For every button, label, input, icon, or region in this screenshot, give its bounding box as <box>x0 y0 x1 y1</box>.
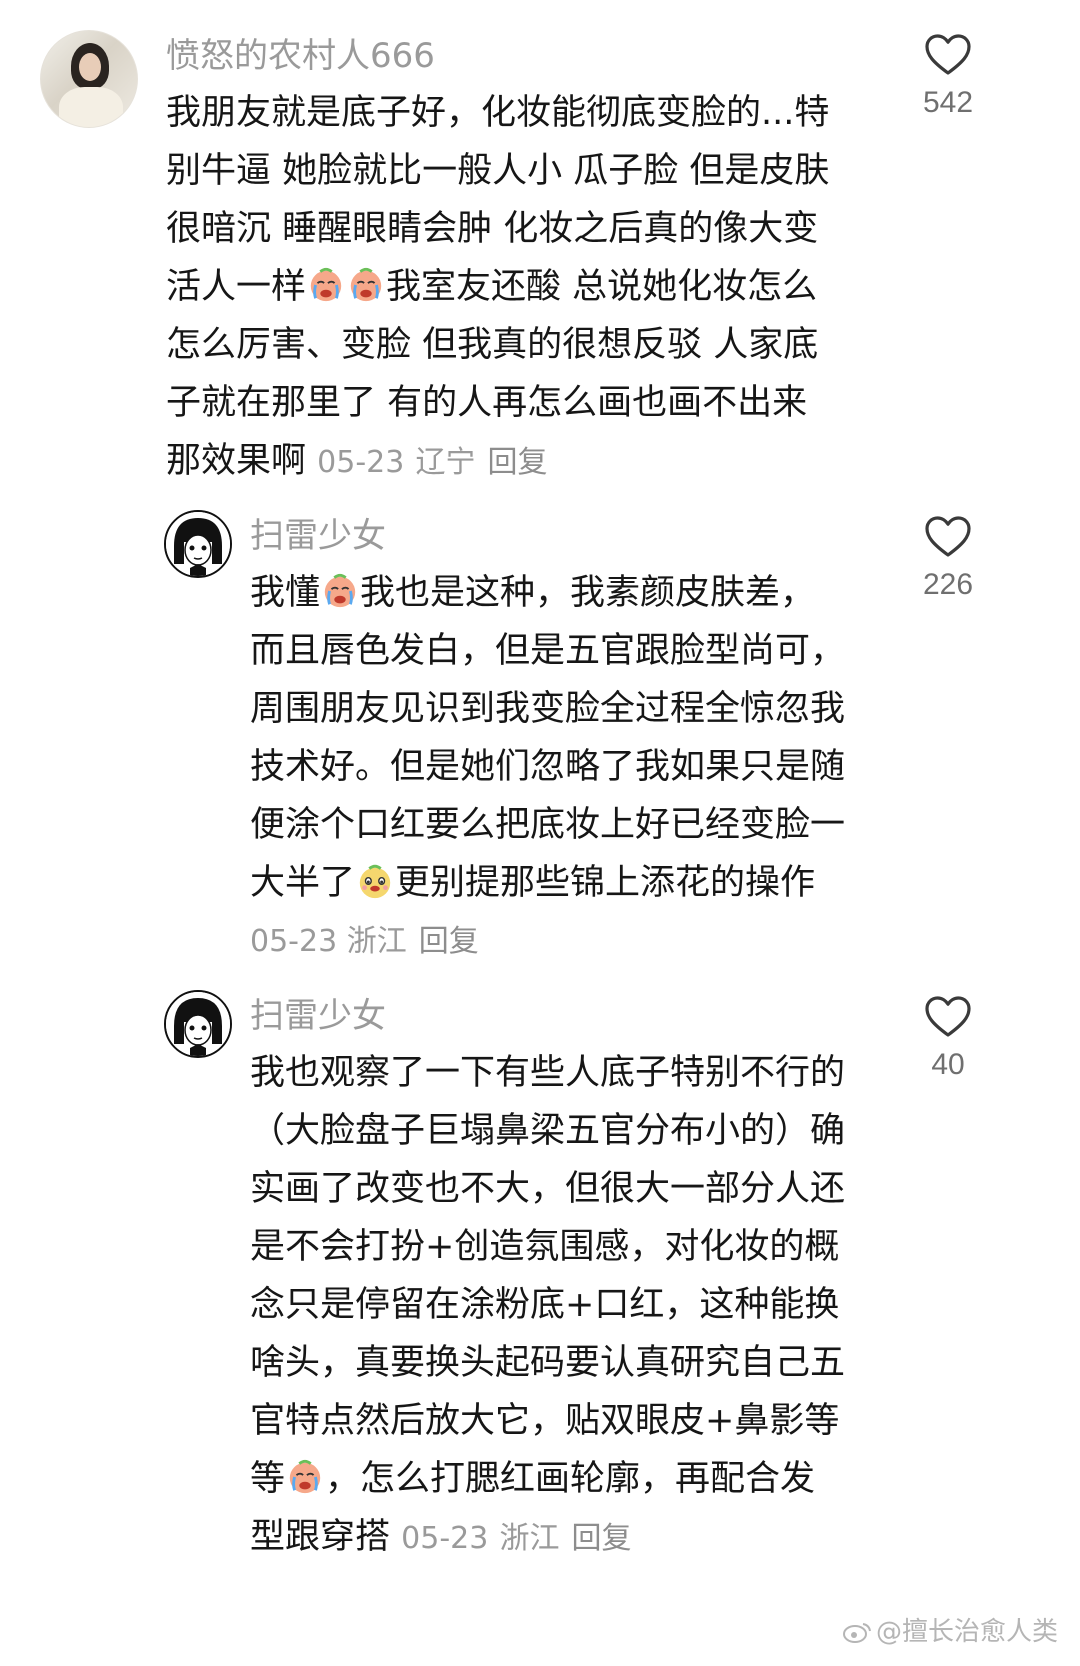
crying-emoji-icon <box>310 267 342 302</box>
comment-line: 我也观察了一下有些人底子特别不行的 <box>250 1053 846 1093</box>
avatar[interactable] <box>164 990 232 1058</box>
crying-emoji-icon <box>324 573 356 608</box>
comment-line: 实画了改变也不大，但很大一部分人还 <box>250 1169 846 1209</box>
comment-line: 别牛逼 她脸就比一般人小 瓜子脸 但是皮肤 <box>166 151 830 191</box>
heart-icon <box>925 996 971 1037</box>
comment-location: 辽宁 <box>415 445 476 480</box>
comment-line: 怎么厉害、变脸 但我真的很想反驳 人家底 <box>166 325 819 365</box>
reply-button[interactable]: 回复 <box>419 924 479 959</box>
comment-text-fragment: 型跟穿搭 <box>250 1517 391 1557</box>
comment-text: 我也观察了一下有些人底子特别不行的 （大脸盘子巨塌鼻梁五官分布小的）确 实画了改… <box>250 1044 890 1568</box>
comment-meta: 05-23 浙江 回复 <box>250 916 479 960</box>
comment-text-fragment: 我室友还酸 总说她化妆怎么 <box>386 267 818 307</box>
crying-emoji-icon <box>350 267 382 302</box>
comment-location: 浙江 <box>346 924 407 959</box>
comment-username[interactable]: 扫雷少女 <box>250 996 386 1036</box>
comment-line: 周围朋友见识到我变脸全过程全惊忽我 <box>250 689 846 729</box>
comment-line: 技术好。但是她们忽略了我如果只是随 <box>250 747 846 787</box>
comment-line: （大脸盘子巨塌鼻梁五官分布小的）确 <box>250 1111 846 1151</box>
comment-line-with-emoji: 等 ，怎么打腮红画轮廓，再配合发 <box>250 1450 890 1508</box>
reply-button[interactable]: 回复 <box>487 445 547 480</box>
comment-text: 我懂 我也是这种，我素颜皮肤差， 而且唇色发白，但是五官跟脸型尚可， 周围朋友见识… <box>250 564 890 912</box>
comment-text: 我朋友就是底子好，化妆能彻底变脸的...特 别牛逼 她脸就比一般人小 瓜子脸 但… <box>166 84 886 492</box>
watermark-text: @擅长治愈人类 <box>875 1617 1058 1647</box>
comic-girl-avatar-icon <box>166 512 230 576</box>
avatar-body <box>59 87 123 127</box>
comment-date: 05-23 <box>401 1521 489 1556</box>
comment-text-fragment: 活人一样 <box>166 267 307 307</box>
comment-line: 啥头，真要换头起码要认真研究自己五 <box>250 1343 846 1383</box>
comment-text-fragment: 我懂 <box>250 573 321 613</box>
avatar[interactable] <box>164 510 232 578</box>
comic-girl-avatar-icon <box>166 992 230 1056</box>
comment-line: 念只是停留在涂粉底+口红，这种能换 <box>250 1285 840 1325</box>
like-count: 40 <box>931 1048 965 1081</box>
like-button[interactable]: 226 <box>888 516 1008 602</box>
crying-emoji-icon <box>289 1459 321 1494</box>
comment-username[interactable]: 愤怒的农村人666 <box>166 36 435 76</box>
like-button[interactable]: 542 <box>888 34 1008 120</box>
comment-line-with-emoji: 我懂 我也是这种，我素颜皮肤差， <box>250 564 890 622</box>
heart-icon <box>925 34 971 75</box>
comment-line-last: 那效果啊 05-23 辽宁 回复 <box>166 432 886 492</box>
comment-line-with-emoji: 大半了 更别提那些锦上添花的操作 <box>250 854 890 912</box>
comment-date: 05-23 <box>317 445 405 480</box>
comment-line-with-emoji: 活人一样 我室友还酸 总说她化妆怎么 <box>166 258 886 316</box>
weibo-logo-icon <box>842 1623 871 1643</box>
comment-username[interactable]: 扫雷少女 <box>250 516 386 556</box>
comment-line: 很暗沉 睡醒眼睛会肿 化妆之后真的像大变 <box>166 209 819 249</box>
comment-text-fragment: 等 <box>250 1459 286 1499</box>
comment-text-fragment: 我也是这种，我素颜皮肤差， <box>360 573 816 613</box>
comment-text-fragment: 那效果啊 <box>166 441 307 481</box>
like-count: 542 <box>922 86 974 119</box>
smug-emoji-icon <box>359 864 391 899</box>
watermark: @擅长治愈人类 <box>842 1611 1058 1648</box>
comment-line: 是不会打扮+创造氛围感，对化妆的概 <box>250 1227 840 1267</box>
comment-line: 而且唇色发白，但是五官跟脸型尚可， <box>250 631 846 671</box>
comment-date: 05-23 <box>250 924 338 959</box>
avatar[interactable] <box>40 30 138 128</box>
comment-line: 我朋友就是底子好，化妆能彻底变脸的...特 <box>166 93 830 133</box>
comment-text-fragment: 更别提那些锦上添花的操作 <box>395 863 816 903</box>
heart-icon <box>925 516 971 557</box>
comment-text-fragment: 大半了 <box>250 863 356 903</box>
comment-line: 子就在那里了 有的人再怎么画也画不出来 <box>166 383 808 423</box>
comment-text-fragment: ，怎么打腮红画轮廓，再配合发 <box>325 1459 816 1499</box>
comment-location: 浙江 <box>499 1521 560 1556</box>
like-count: 226 <box>922 568 974 601</box>
reply-button[interactable]: 回复 <box>571 1521 631 1556</box>
comment-line-last: 型跟穿搭 05-23 浙江 回复 <box>250 1508 890 1568</box>
comment-line: 官特点然后放大它，贴双眼皮+鼻影等 <box>250 1401 840 1441</box>
avatar-face <box>79 53 101 81</box>
like-button[interactable]: 40 <box>888 996 1008 1082</box>
comment-line: 便涂个口红要么把底妆上好已经变脸一 <box>250 805 846 845</box>
